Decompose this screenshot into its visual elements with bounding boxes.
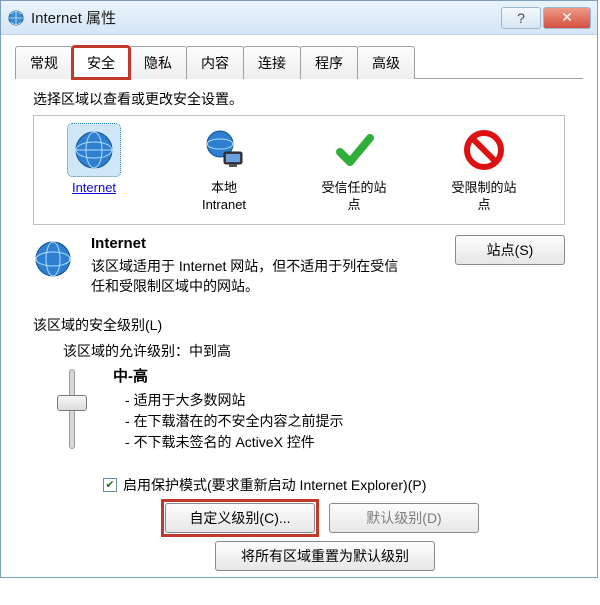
zone-internet-label: Internet bbox=[44, 180, 144, 197]
dialog-window: Internet 属性 ? ✕ 常规 安全 隐私 内容 连接 程序 高级 选择区… bbox=[0, 0, 598, 578]
dialog-body: 常规 安全 隐私 内容 连接 程序 高级 选择区域以查看或更改安全设置。 Int… bbox=[1, 35, 597, 577]
level-bullet: 适用于大多数网站 bbox=[125, 390, 344, 411]
level-bullets: 适用于大多数网站 在下载潜在的不安全内容之前提示 不下载未签名的 ActiveX… bbox=[105, 390, 344, 453]
security-slider[interactable] bbox=[55, 365, 89, 453]
zone-intranet-sub: Intranet bbox=[174, 197, 274, 214]
tab-privacy[interactable]: 隐私 bbox=[129, 46, 187, 79]
protected-mode-label: 启用保护模式(要求重新启动 Internet Explorer)(P) bbox=[123, 475, 426, 495]
zone-intranet-label: 本地 bbox=[174, 180, 274, 197]
slider-thumb[interactable] bbox=[57, 395, 87, 411]
zone-trusted-label: 受信任的站 bbox=[304, 180, 404, 197]
security-level-label: 该区域的安全级别(L) bbox=[33, 315, 583, 335]
globe-icon bbox=[68, 124, 120, 176]
tab-bar: 常规 安全 隐私 内容 连接 程序 高级 bbox=[15, 45, 583, 79]
zone-trusted-sub: 点 bbox=[304, 197, 404, 214]
zone-list: Internet 本地 Intranet 受信任的站 点 受限 bbox=[33, 115, 565, 225]
zone-restricted[interactable]: 受限制的站 点 bbox=[434, 124, 534, 214]
zone-prompt: 选择区域以查看或更改安全设置。 bbox=[33, 89, 583, 109]
zone-intranet[interactable]: 本地 Intranet bbox=[174, 124, 274, 214]
level-bullet: 不下载未签名的 ActiveX 控件 bbox=[125, 432, 344, 453]
zone-desc-text: 该区域适用于 Internet 网站，但不适用于列在受信任和受限制区域中的网站。 bbox=[91, 256, 401, 297]
default-level-button[interactable]: 默认级别(D) bbox=[329, 503, 479, 533]
zone-internet[interactable]: Internet bbox=[44, 124, 144, 197]
help-button[interactable]: ? bbox=[501, 7, 541, 29]
tab-connections[interactable]: 连接 bbox=[243, 46, 301, 79]
protected-mode-checkbox[interactable]: ✔ bbox=[103, 478, 117, 492]
level-bullet: 在下载潜在的不安全内容之前提示 bbox=[125, 411, 344, 432]
zone-restricted-label: 受限制的站 bbox=[434, 180, 534, 197]
allowed-levels-label: 该区域的允许级别：中到高 bbox=[63, 341, 583, 361]
zone-trusted[interactable]: 受信任的站 点 bbox=[304, 124, 404, 214]
checkmark-icon bbox=[328, 124, 380, 176]
window-title: Internet 属性 bbox=[31, 7, 116, 28]
close-button[interactable]: ✕ bbox=[543, 7, 591, 29]
tab-general[interactable]: 常规 bbox=[15, 46, 73, 79]
zone-desc-title: Internet bbox=[91, 235, 401, 252]
internet-options-icon bbox=[7, 9, 25, 27]
reset-all-button[interactable]: 将所有区域重置为默认级别 bbox=[215, 541, 435, 571]
globe-monitor-icon bbox=[198, 124, 250, 176]
titlebar: Internet 属性 ? ✕ bbox=[1, 1, 597, 35]
tab-advanced[interactable]: 高级 bbox=[357, 46, 415, 79]
level-name: 中-高 bbox=[113, 365, 344, 386]
sites-button[interactable]: 站点(S) bbox=[455, 235, 565, 265]
tab-security[interactable]: 安全 bbox=[72, 46, 130, 79]
tab-programs[interactable]: 程序 bbox=[300, 46, 358, 79]
zone-desc-icon bbox=[33, 235, 77, 297]
tab-content[interactable]: 内容 bbox=[186, 46, 244, 79]
custom-level-button[interactable]: 自定义级别(C)... bbox=[165, 503, 315, 533]
no-entry-icon bbox=[458, 124, 510, 176]
zone-restricted-sub: 点 bbox=[434, 197, 534, 214]
